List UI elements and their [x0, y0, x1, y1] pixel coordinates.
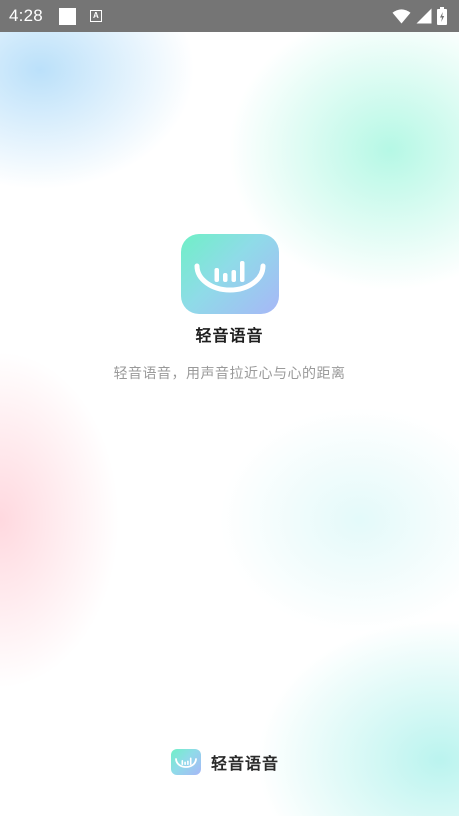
- battery-charging-icon: [437, 7, 447, 25]
- app-slogan: 轻音语音，用声音拉近心与心的距离: [113, 366, 346, 382]
- a-badge-icon: A: [89, 10, 102, 22]
- footer-logo: [171, 749, 201, 775]
- status-time: 4:28: [9, 6, 43, 25]
- app-name: 轻音语音: [195, 326, 264, 345]
- pastel-background: [0, 0, 459, 816]
- status-bar: 4:28 A: [0, 0, 459, 32]
- signal-icon: [416, 8, 432, 24]
- sound-wave-icon: [175, 757, 197, 768]
- footer-brand: 轻音语音: [171, 749, 279, 775]
- status-icons: [392, 7, 447, 25]
- square-notification-icon: [58, 7, 76, 25]
- footer-app-name: 轻音语音: [211, 754, 280, 773]
- wifi-icon: [392, 8, 411, 23]
- sound-wave-icon: [194, 261, 266, 293]
- splash-screen: 4:28 A 轻音语音 轻音语音，用声音拉近心与心的距离 轻音语音: [0, 0, 459, 816]
- app-logo: [181, 234, 279, 314]
